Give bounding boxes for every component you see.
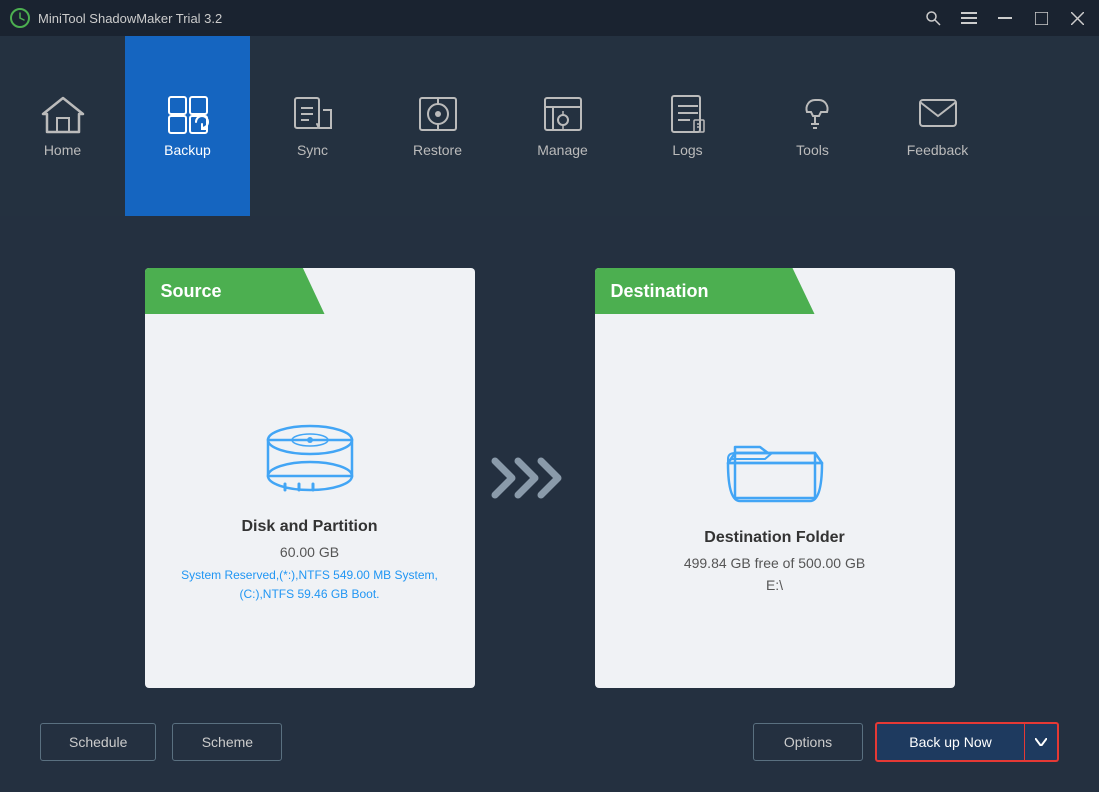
nav-item-backup[interactable]: Backup (125, 36, 250, 216)
backup-now-dropdown-button[interactable] (1025, 722, 1059, 762)
manage-icon (541, 94, 585, 134)
nav-tools-label: Tools (796, 142, 829, 158)
navbar: Home Backup Sync (0, 36, 1099, 216)
logs-icon (666, 94, 710, 134)
arrow-container (475, 453, 595, 503)
nav-manage-label: Manage (537, 142, 588, 158)
nav-logs-label: Logs (672, 142, 702, 158)
forward-arrows-icon (490, 453, 580, 503)
destination-path: E:\ (766, 577, 783, 593)
app-logo-icon (10, 8, 30, 28)
source-header-label: Source (161, 281, 222, 302)
nav-item-logs[interactable]: Logs (625, 36, 750, 216)
close-icon[interactable] (1065, 6, 1089, 30)
sync-icon (291, 94, 335, 134)
nav-item-tools[interactable]: Tools (750, 36, 875, 216)
cards-row: Source Disk and Pa (40, 246, 1059, 710)
nav-item-manage[interactable]: Manage (500, 36, 625, 216)
nav-item-restore[interactable]: Restore (375, 36, 500, 216)
destination-folder-icon (720, 423, 830, 513)
source-disk-icon (255, 412, 365, 502)
scheme-button[interactable]: Scheme (172, 723, 282, 761)
source-title: Disk and Partition (241, 518, 377, 536)
backup-now-group: Back up Now (875, 722, 1059, 762)
destination-title: Destination Folder (704, 529, 844, 547)
chevron-down-icon (1035, 738, 1047, 746)
bottom-bar: Schedule Scheme Options Back up Now (40, 710, 1059, 762)
destination-free-space: 499.84 GB free of 500.00 GB (684, 555, 865, 571)
nav-backup-label: Backup (164, 142, 211, 158)
destination-header-label: Destination (611, 281, 709, 302)
nav-item-home[interactable]: Home (0, 36, 125, 216)
options-button[interactable]: Options (753, 723, 863, 761)
schedule-button[interactable]: Schedule (40, 723, 156, 761)
destination-card[interactable]: Destination Destination Folder 499.84 GB… (595, 268, 955, 688)
backup-now-button[interactable]: Back up Now (875, 722, 1025, 762)
source-size: 60.00 GB (280, 544, 339, 560)
nav-home-label: Home (44, 142, 81, 158)
tools-icon (791, 94, 835, 134)
nav-item-feedback[interactable]: Feedback (875, 36, 1000, 216)
feedback-icon (916, 94, 960, 134)
bottom-left-buttons: Schedule Scheme (40, 723, 282, 761)
nav-sync-label: Sync (297, 142, 328, 158)
maximize-icon[interactable] (1029, 6, 1053, 30)
nav-feedback-label: Feedback (907, 142, 968, 158)
home-icon (41, 94, 85, 134)
bottom-right-buttons: Options Back up Now (753, 722, 1059, 762)
app-title: MiniTool ShadowMaker Trial 3.2 (38, 11, 222, 26)
titlebar-controls (921, 6, 1089, 30)
nav-restore-label: Restore (413, 142, 462, 158)
backup-icon (166, 94, 210, 134)
search-icon[interactable] (921, 6, 945, 30)
source-card[interactable]: Source Disk and Pa (145, 268, 475, 688)
menu-icon[interactable] (957, 6, 981, 30)
source-details: System Reserved,(*:),NTFS 549.00 MB Syst… (181, 566, 438, 604)
restore-icon (416, 94, 460, 134)
titlebar: MiniTool ShadowMaker Trial 3.2 (0, 0, 1099, 36)
minimize-icon[interactable] (993, 6, 1017, 30)
nav-item-sync[interactable]: Sync (250, 36, 375, 216)
titlebar-left: MiniTool ShadowMaker Trial 3.2 (10, 8, 222, 28)
main-content: Source Disk and Pa (0, 216, 1099, 792)
